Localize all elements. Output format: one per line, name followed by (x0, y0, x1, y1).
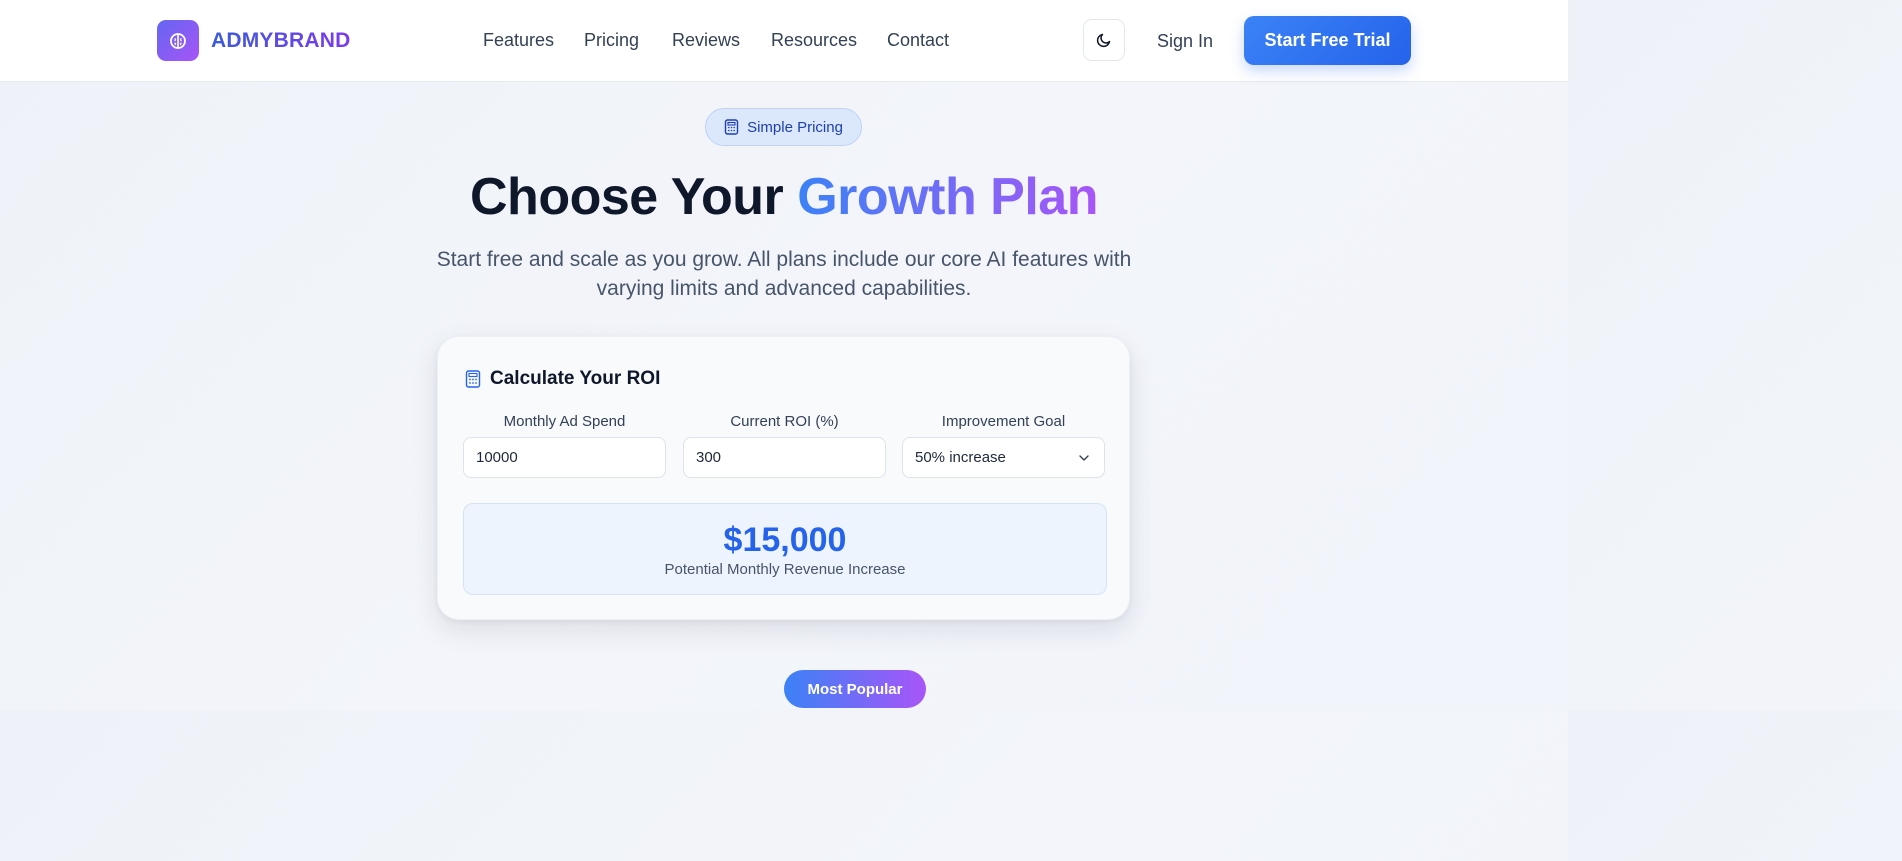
most-popular-badge: Most Popular (784, 670, 926, 708)
monthly-ad-spend-field[interactable] (463, 437, 666, 478)
moon-icon (1096, 33, 1111, 48)
title-plain: Choose Your (470, 168, 798, 226)
improvement-goal-label: Improvement Goal (941, 413, 1066, 430)
roi-result-value: $15,000 (723, 521, 847, 559)
calculator-icon (724, 119, 739, 135)
title-highlight: Growth Plan (797, 168, 1098, 226)
nav-item-features[interactable]: Features (483, 28, 554, 52)
current-roi-input[interactable] (696, 449, 885, 466)
site-header: ADMYBRAND Features Pricing Reviews Resou… (0, 0, 1568, 82)
badge-label: Simple Pricing (747, 118, 843, 136)
chevron-down-icon (1079, 455, 1089, 461)
logo-mark[interactable] (157, 20, 199, 61)
brain-icon (170, 32, 186, 49)
start-free-trial-button[interactable]: Start Free Trial (1244, 16, 1411, 65)
roi-result-label: Potential Monthly Revenue Increase (664, 561, 906, 578)
current-roi-field[interactable] (683, 437, 886, 478)
roi-calculator-card: Calculate Your ROI Monthly Ad Spend Curr… (437, 336, 1130, 620)
roi-result-panel: $15,000 Potential Monthly Revenue Increa… (463, 503, 1107, 595)
improvement-goal-value: 50% increase (915, 449, 1006, 466)
nav-item-resources[interactable]: Resources (771, 28, 857, 52)
nav-item-contact[interactable]: Contact (887, 28, 949, 52)
monthly-ad-spend-label: Monthly Ad Spend (503, 413, 626, 430)
calculator-icon (465, 370, 481, 388)
nav-item-reviews[interactable]: Reviews (672, 28, 740, 52)
page-title: Choose Your Growth Plan (0, 166, 1568, 228)
sign-in-link[interactable]: Sign In (1157, 29, 1213, 53)
improvement-goal-select[interactable]: 50% increase (902, 437, 1105, 478)
page-subtitle: Start free and scale as you grow. All pl… (436, 248, 1132, 300)
roi-title: Calculate Your ROI (465, 367, 660, 391)
theme-toggle-button[interactable] (1083, 19, 1125, 61)
nav-item-pricing[interactable]: Pricing (584, 28, 639, 52)
monthly-ad-spend-input[interactable] (476, 449, 665, 466)
simple-pricing-badge: Simple Pricing (705, 108, 862, 146)
current-roi-label: Current ROI (%) (730, 413, 839, 430)
roi-title-text: Calculate Your ROI (490, 368, 661, 389)
brand-name[interactable]: ADMYBRAND (211, 28, 350, 54)
